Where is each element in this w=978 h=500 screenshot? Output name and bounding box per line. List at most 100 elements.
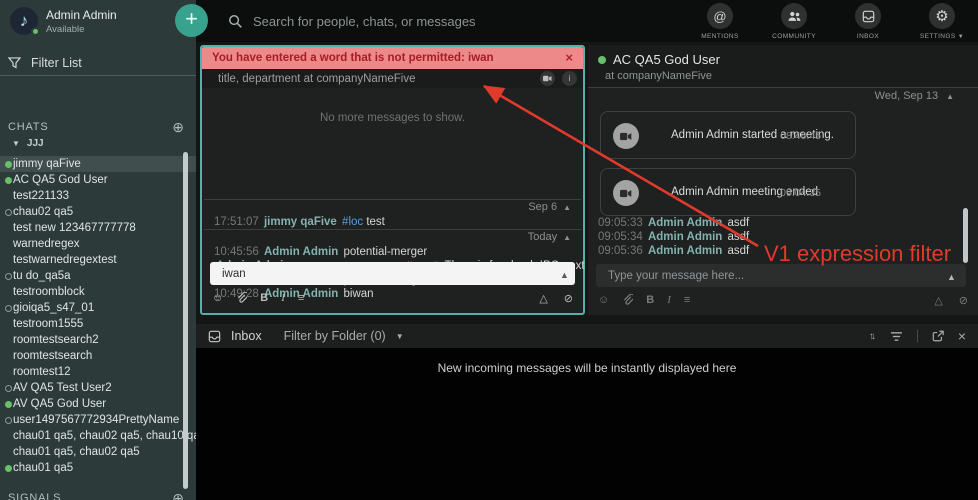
- meeting-event-card[interactable]: Admin Admin started a meeting.08:46:45: [600, 111, 856, 159]
- global-search[interactable]: Search for people, chats, or messages: [228, 0, 476, 42]
- chat-item-label: roomtest12: [13, 366, 71, 378]
- offline-ring-icon: [5, 417, 12, 424]
- user-avatar[interactable]: ♪: [10, 7, 38, 35]
- message-author[interactable]: jimmy qaFive: [264, 216, 337, 228]
- offline-ring-icon: [5, 385, 12, 392]
- message-author[interactable]: Admin Admin: [648, 231, 722, 243]
- message-author[interactable]: Admin Admin: [648, 245, 722, 257]
- sidebar-chat-item[interactable]: roomtestsearch: [0, 348, 196, 364]
- search-placeholder: Search for people, chats, or messages: [253, 14, 476, 29]
- sidebar-chat-item[interactable]: chau01 qa5, chau02 qa5: [0, 444, 196, 460]
- chat-item-label: test221133: [13, 190, 69, 202]
- chevron-up-icon[interactable]: ▲: [947, 272, 956, 282]
- right-chat-body: Wed, Sep 13▲ Admin Admin started a meeti…: [588, 88, 978, 258]
- right-chat-header: AC QA5 God User at companyNameFive: [588, 45, 978, 88]
- right-chat-title-row: AC QA5 God User: [598, 52, 720, 67]
- message-row: 09:05:33 Admin Admin asdf: [588, 216, 978, 230]
- user-name: Admin Admin: [46, 8, 117, 22]
- chat-group-row[interactable]: ▼JJJ: [12, 138, 44, 149]
- emoji-icon[interactable]: ☺: [212, 292, 223, 304]
- sidebar-chat-item[interactable]: testroomblock: [0, 284, 196, 300]
- sidebar-chat-item[interactable]: chau01 qa5: [0, 460, 196, 476]
- close-icon[interactable]: ×: [958, 328, 966, 344]
- sidebar-chat-item[interactable]: roomtestsearch2: [0, 332, 196, 348]
- hashtag-link[interactable]: #loc: [342, 216, 366, 228]
- add-signal-icon[interactable]: ⊕: [172, 490, 184, 500]
- add-chat-icon[interactable]: ⊕: [172, 119, 184, 136]
- sidebar-chat-item[interactable]: testroom1555: [0, 316, 196, 332]
- block-icon[interactable]: ⊘: [564, 292, 573, 305]
- nav-item-label: COMMUNITY: [766, 33, 822, 40]
- nav-item-community[interactable]: COMMUNITY: [766, 3, 822, 40]
- right-composer-toolbar: ☺ B I ≡ △ ⊘: [598, 292, 968, 308]
- sidebar-chat-item[interactable]: AC QA5 God User: [0, 172, 196, 188]
- list-icon[interactable]: ≡: [298, 292, 304, 304]
- nav-item-inbox[interactable]: INBOX: [840, 3, 896, 40]
- chevron-up-icon[interactable]: ▲: [560, 270, 569, 280]
- nav-item-mentions[interactable]: @MENTIONS: [692, 3, 748, 40]
- nav-item-label: SETTINGS ▼: [914, 33, 970, 40]
- list-icon[interactable]: ≡: [684, 294, 690, 306]
- new-chat-button[interactable]: +: [175, 4, 208, 37]
- close-icon[interactable]: ×: [565, 50, 573, 65]
- message-author[interactable]: Admin Admin: [264, 246, 338, 258]
- chevron-down-icon[interactable]: ▼: [396, 332, 404, 341]
- sidebar-chat-item[interactable]: user1497567772934PrettyName: [0, 412, 196, 428]
- sidebar-scrollbar[interactable]: [183, 152, 188, 489]
- right-message-input[interactable]: [596, 264, 966, 287]
- date-separator-label: Today: [528, 231, 557, 243]
- sidebar-chat-item[interactable]: AV QA5 God User: [0, 396, 196, 412]
- bold-icon[interactable]: B: [260, 292, 268, 304]
- right-chat-title: AC QA5 God User: [613, 52, 720, 67]
- date-separator: Sep 6▲: [204, 199, 581, 215]
- filter-list-row[interactable]: Filter List: [0, 50, 196, 76]
- divider: [917, 330, 918, 342]
- chats-header-label: CHATS: [8, 121, 48, 133]
- emoji-icon[interactable]: ☺: [598, 294, 609, 306]
- video-call-icon[interactable]: [540, 71, 555, 86]
- signals-section-header: SIGNALS ⊕: [0, 489, 196, 500]
- offline-ring-icon: [5, 209, 12, 216]
- info-icon[interactable]: i: [562, 71, 577, 86]
- block-icon[interactable]: ⊘: [959, 294, 968, 307]
- sidebar-chat-item[interactable]: tu do_qa5a: [0, 268, 196, 284]
- chevron-up-icon[interactable]: ▲: [946, 92, 954, 101]
- message-text: asdf: [728, 231, 750, 243]
- sidebar-chat-item[interactable]: jimmy qaFive: [0, 156, 196, 172]
- sidebar-chat-item[interactable]: gioiqa5_s47_01: [0, 300, 196, 316]
- message-text: potential-merger: [344, 246, 428, 258]
- sidebar-chat-item[interactable]: roomtest12: [0, 364, 196, 380]
- right-chat-scrollbar[interactable]: [963, 208, 968, 263]
- sidebar-chat-item[interactable]: AV QA5 Test User2: [0, 380, 196, 396]
- filter-lines-icon[interactable]: [890, 331, 903, 342]
- sort-icon[interactable]: ↑↓: [869, 331, 876, 342]
- open-in-new-icon[interactable]: [932, 330, 944, 342]
- chevron-up-icon[interactable]: ▲: [563, 233, 571, 242]
- italic-icon[interactable]: I: [667, 294, 671, 306]
- sidebar-chat-item[interactable]: chau01 qa5, chau02 qa5, chau10 qa5: [0, 428, 196, 444]
- message-timestamp: 09:05:34: [598, 231, 646, 243]
- inbox-title: Inbox: [231, 329, 262, 343]
- nav-item-settings[interactable]: ⚙SETTINGS ▼: [914, 3, 970, 40]
- message-timestamp: 17:51:07: [214, 216, 262, 228]
- sidebar-chat-item[interactable]: warnedregex: [0, 236, 196, 252]
- message-row: 10:45:56 Admin Admin potential-merger: [204, 245, 581, 259]
- send-icon[interactable]: △: [539, 292, 547, 305]
- meeting-event-card[interactable]: Admin Admin meeting ended09:04:35: [600, 168, 856, 216]
- chat-header-title: title, department at companyNameFive: [218, 73, 416, 85]
- sidebar-chat-item[interactable]: test new 123467777778: [0, 220, 196, 236]
- inbox-folder-filter[interactable]: Filter by Folder (0): [284, 329, 386, 343]
- sidebar-chat-item[interactable]: testwarnedregextest: [0, 252, 196, 268]
- chevron-up-icon[interactable]: ▲: [563, 203, 571, 212]
- sidebar-chat-item[interactable]: test221133: [0, 188, 196, 204]
- italic-icon[interactable]: I: [281, 292, 285, 304]
- bold-icon[interactable]: B: [646, 294, 654, 306]
- message-input[interactable]: [210, 262, 575, 285]
- attachment-icon[interactable]: [622, 294, 633, 306]
- message-author[interactable]: Admin Admin: [648, 217, 722, 229]
- group-label: JJJ: [27, 138, 44, 149]
- send-icon[interactable]: △: [934, 294, 942, 307]
- message-text: asdf: [728, 217, 750, 229]
- attachment-icon[interactable]: [236, 292, 247, 304]
- sidebar-chat-item[interactable]: chau02 qa5: [0, 204, 196, 220]
